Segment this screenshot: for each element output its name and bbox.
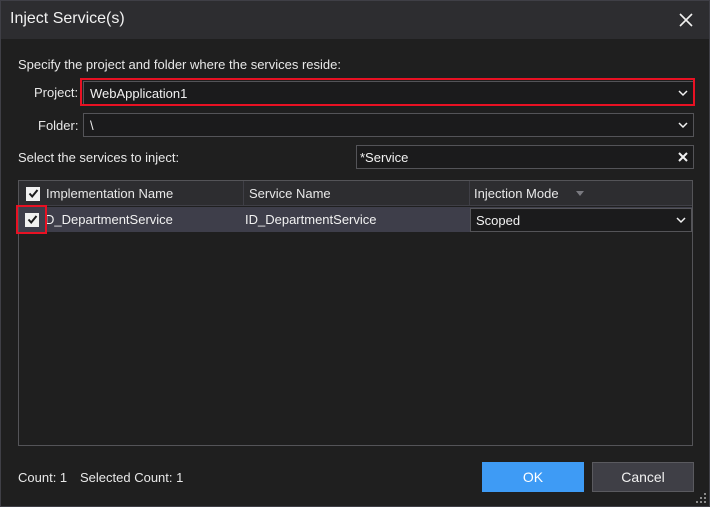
header-implementation-name[interactable]: Implementation Name [19, 181, 244, 206]
inject-services-dialog: Inject Service(s) Specify the project an… [0, 0, 710, 507]
injection-mode-value: Scoped [476, 212, 521, 228]
title-bar: Inject Service(s) [1, 1, 709, 39]
sort-arrow-icon [575, 190, 584, 196]
folder-value: \ [90, 117, 94, 133]
clear-icon[interactable] [677, 151, 689, 163]
project-highlight-box [80, 78, 695, 106]
folder-dropdown[interactable]: \ [83, 113, 694, 137]
grid-header: Implementation Name Service Name Injecti… [19, 181, 692, 206]
services-grid: Implementation Name Service Name Injecti… [18, 180, 693, 446]
instruction-text: Specify the project and folder where the… [18, 57, 342, 72]
row-service-name: ID_DepartmentService [245, 212, 377, 227]
table-row[interactable]: D_DepartmentService ID_DepartmentService… [19, 207, 692, 232]
service-filter-value: *Service [360, 149, 409, 165]
close-button[interactable] [669, 5, 703, 35]
injection-mode-dropdown[interactable]: Scoped [470, 208, 692, 232]
header-mode-label: Injection Mode [474, 186, 559, 201]
ok-button[interactable]: OK [482, 462, 584, 492]
chevron-down-icon [678, 122, 688, 129]
resize-grip-icon[interactable] [695, 492, 707, 504]
header-injection-mode[interactable]: Injection Mode [470, 181, 692, 206]
cancel-button[interactable]: Cancel [592, 462, 694, 492]
service-filter-input[interactable]: *Service [356, 145, 694, 169]
header-service-label: Service Name [249, 186, 331, 201]
close-icon [679, 13, 693, 27]
header-service-name[interactable]: Service Name [244, 181, 470, 206]
checkbox-checked-icon [26, 186, 40, 201]
project-label: Project: [34, 85, 79, 100]
chevron-down-icon [676, 217, 686, 224]
select-all-checkbox[interactable] [26, 186, 40, 201]
count-text: Count: 1 [18, 470, 68, 485]
header-implementation-label: Implementation Name [46, 186, 174, 201]
checkbox-highlight-box [16, 205, 47, 234]
dialog-title: Inject Service(s) [10, 10, 125, 27]
services-label: Select the services to inject: [18, 150, 180, 165]
selected-count-text: Selected Count: 1 [80, 470, 184, 485]
folder-label: Folder: [38, 118, 79, 133]
row-implementation-name: D_DepartmentService [45, 212, 173, 227]
